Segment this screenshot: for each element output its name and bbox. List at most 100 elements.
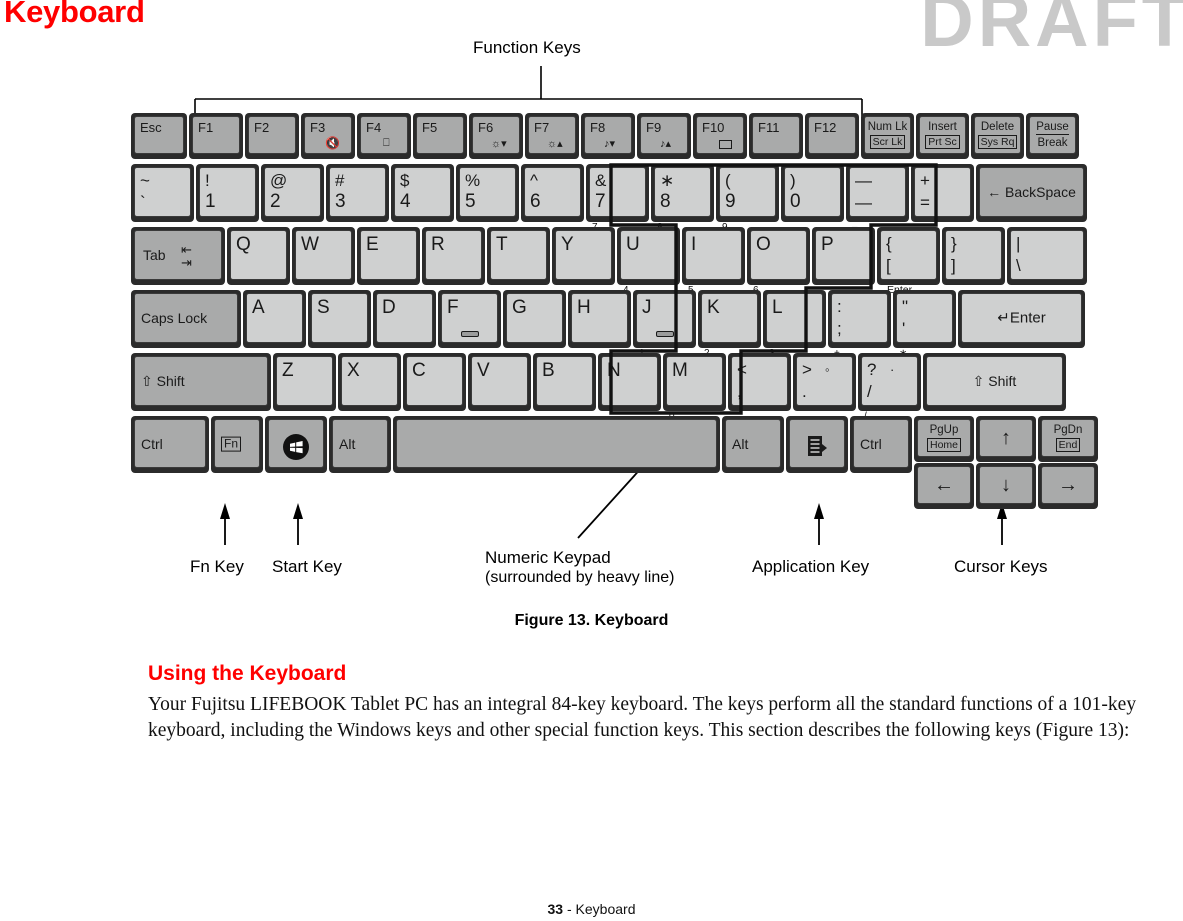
key-fn[interactable]: Fn <box>211 416 263 473</box>
key-3[interactable]: # 3 <box>326 164 389 222</box>
key-backslash[interactable]: | \ <box>1007 227 1087 285</box>
key-ctrl-left[interactable]: Ctrl <box>131 416 209 473</box>
key-g[interactable]: G <box>503 290 566 348</box>
key-f5[interactable]: F5 <box>413 113 467 159</box>
key-slash[interactable]: ? · / / <box>858 353 921 422</box>
key-f1[interactable]: F1 <box>189 113 243 159</box>
key-pause-break[interactable]: Pause Break <box>1026 113 1079 159</box>
key-caps-lock[interactable]: Caps Lock <box>131 290 241 348</box>
key-bracket-left[interactable]: { [ Enter <box>877 227 940 296</box>
key-q[interactable]: Q <box>227 227 290 285</box>
key-k[interactable]: K 2 <box>698 290 761 359</box>
key-shift-label: $ <box>400 171 410 190</box>
key-equals[interactable]: + = <box>911 164 974 222</box>
key-j[interactable]: J 1 <box>633 290 696 359</box>
key-f9[interactable]: F9 ♪▴ <box>637 113 691 159</box>
key-insert[interactable]: Insert Prt Sc <box>916 113 969 159</box>
key-comma[interactable]: < , <box>728 353 791 411</box>
key-start[interactable] <box>265 416 327 473</box>
key-page-up[interactable]: PgUp Home <box>914 416 974 462</box>
key-y[interactable]: Y <box>552 227 615 285</box>
key-f8[interactable]: F8 ♪▾ <box>581 113 635 159</box>
key-label: 2 <box>270 191 281 212</box>
key-f10[interactable]: F10 <box>693 113 747 159</box>
key-bracket-right[interactable]: } ] <box>942 227 1005 285</box>
key-e[interactable]: E <box>357 227 420 285</box>
key-label: Num Lk <box>867 121 908 133</box>
key-d[interactable]: D <box>373 290 436 348</box>
key-l[interactable]: L 3 <box>763 290 826 359</box>
key-quote[interactable]: " ' ∗ <box>893 290 956 359</box>
key-backtick[interactable]: ~ ` <box>131 164 194 222</box>
key-arrow-right[interactable]: → <box>1038 463 1098 509</box>
key-z[interactable]: Z <box>273 353 336 411</box>
key-alt-left[interactable]: Alt <box>329 416 391 473</box>
home-bump-indicator <box>460 331 479 337</box>
key-label: 5 <box>465 191 476 212</box>
key-u[interactable]: U 4 <box>617 227 680 296</box>
keyboard-row-shift: ⇧ Shift Z X C V B N M 0 < , > ◦ . . ? · … <box>131 353 1066 422</box>
key-tab[interactable]: Tab ⇤ ⇥ <box>131 227 225 285</box>
key-9[interactable]: ( 9 9 <box>716 164 779 233</box>
key-sublabel: Break <box>1037 136 1068 149</box>
key-1[interactable]: ! 1 <box>196 164 259 222</box>
key-8[interactable]: ∗ 8 8 <box>651 164 714 233</box>
key-5[interactable]: % 5 <box>456 164 519 222</box>
key-shift-left[interactable]: ⇧ Shift <box>131 353 271 411</box>
key-7[interactable]: & 7 7 <box>586 164 649 233</box>
key-arrow-down[interactable]: ↓ <box>976 463 1036 509</box>
page-title: Keyboard <box>4 0 145 29</box>
key-alt-right[interactable]: Alt <box>722 416 784 473</box>
key-minus[interactable]: — — – <box>846 164 909 233</box>
key-x[interactable]: X <box>338 353 401 411</box>
key-c[interactable]: C <box>403 353 466 411</box>
key-f2[interactable]: F2 <box>245 113 299 159</box>
key-o[interactable]: O 6 <box>747 227 810 296</box>
key-label: 0 <box>790 191 801 212</box>
key-esc[interactable]: Esc <box>131 113 187 159</box>
key-a[interactable]: A <box>243 290 306 348</box>
key-f6[interactable]: F6 ☼▾ <box>469 113 523 159</box>
key-0[interactable]: ) 0 <box>781 164 844 222</box>
key-f12[interactable]: F12 <box>805 113 859 159</box>
key-r[interactable]: R <box>422 227 485 285</box>
key-backspace[interactable]: ← BackSpace <box>976 164 1087 222</box>
key-p[interactable]: P <box>812 227 875 285</box>
key-delete[interactable]: Delete Sys Rq <box>971 113 1024 159</box>
key-i[interactable]: I 5 <box>682 227 745 296</box>
key-t[interactable]: T <box>487 227 550 285</box>
key-label: F9 <box>646 120 662 135</box>
key-label: F7 <box>534 120 550 135</box>
key-semicolon[interactable]: : ; + <box>828 290 891 359</box>
key-f7[interactable]: F7 ☼▴ <box>525 113 579 159</box>
key-f11[interactable]: F11 <box>749 113 803 159</box>
key-w[interactable]: W <box>292 227 355 285</box>
key-s[interactable]: S <box>308 290 371 348</box>
key-f[interactable]: F <box>438 290 501 348</box>
key-label: 6 <box>530 191 541 212</box>
key-label: P <box>821 234 834 255</box>
key-arrow-up[interactable]: ↑ <box>976 416 1036 462</box>
key-n[interactable]: N <box>598 353 661 411</box>
key-h[interactable]: H <box>568 290 631 348</box>
key-2[interactable]: @ 2 <box>261 164 324 222</box>
key-period[interactable]: > ◦ . . <box>793 353 856 422</box>
key-m[interactable]: M 0 <box>663 353 726 422</box>
key-enter[interactable]: ↵Enter <box>958 290 1085 348</box>
key-v[interactable]: V <box>468 353 531 411</box>
arrow-left-icon: ← <box>934 474 954 496</box>
key-page-down[interactable]: PgDn End <box>1038 416 1098 462</box>
key-b[interactable]: B <box>533 353 596 411</box>
key-label: F3 <box>310 120 326 135</box>
key-label: O <box>756 234 771 255</box>
key-shift-right[interactable]: ⇧ Shift <box>923 353 1066 411</box>
key-6[interactable]: ^ 6 <box>521 164 584 222</box>
key-ctrl-right[interactable]: Ctrl <box>850 416 912 473</box>
key-application[interactable] <box>786 416 848 473</box>
key-space[interactable] <box>393 416 720 473</box>
key-4[interactable]: $ 4 <box>391 164 454 222</box>
key-num-lock[interactable]: Num Lk Scr Lk <box>861 113 914 159</box>
key-f4[interactable]: F4 ⎕ <box>357 113 411 159</box>
key-f3[interactable]: F3 🔇 <box>301 113 355 159</box>
key-arrow-left[interactable]: ← <box>914 463 974 509</box>
